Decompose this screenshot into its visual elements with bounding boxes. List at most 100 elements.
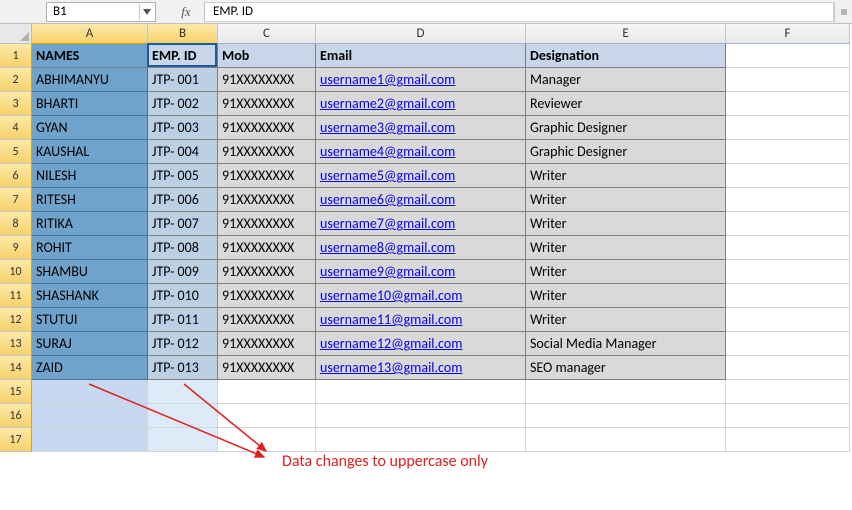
row-header[interactable]: 1 bbox=[0, 44, 32, 68]
cell-email-link[interactable]: username3@gmail.com bbox=[316, 116, 526, 140]
cell[interactable]: 91XXXXXXXX bbox=[218, 236, 316, 260]
cell-email-link[interactable]: username6@gmail.com bbox=[316, 188, 526, 212]
name-box[interactable]: B1 bbox=[46, 2, 156, 22]
cell[interactable]: Writer bbox=[526, 308, 726, 332]
cell[interactable] bbox=[316, 428, 526, 452]
cell-email-link[interactable]: username1@gmail.com bbox=[316, 68, 526, 92]
cell[interactable]: Graphic Designer bbox=[526, 116, 726, 140]
cell[interactable]: EMP. ID bbox=[148, 44, 218, 68]
cell[interactable] bbox=[526, 428, 726, 452]
row-header[interactable]: 2 bbox=[0, 68, 32, 92]
cell[interactable]: GYAN bbox=[32, 116, 148, 140]
cell[interactable]: 91XXXXXXXX bbox=[218, 212, 316, 236]
cell[interactable]: Reviewer bbox=[526, 92, 726, 116]
cell[interactable] bbox=[148, 380, 218, 404]
cell[interactable]: ABHIMANYU bbox=[32, 68, 148, 92]
row-header[interactable]: 10 bbox=[0, 260, 32, 284]
cell[interactable]: SEO manager bbox=[526, 356, 726, 380]
cell[interactable] bbox=[726, 92, 850, 116]
cell[interactable] bbox=[726, 428, 850, 452]
cell[interactable]: Designation bbox=[526, 44, 726, 68]
row-header[interactable]: 11 bbox=[0, 284, 32, 308]
row-header[interactable]: 13 bbox=[0, 332, 32, 356]
cell[interactable] bbox=[526, 404, 726, 428]
cell[interactable] bbox=[726, 308, 850, 332]
fx-button[interactable]: fx bbox=[174, 2, 198, 22]
cell[interactable]: 91XXXXXXXX bbox=[218, 332, 316, 356]
cell[interactable] bbox=[726, 284, 850, 308]
cell[interactable]: 91XXXXXXXX bbox=[218, 260, 316, 284]
cell[interactable]: JTP- 004 bbox=[148, 140, 218, 164]
cell[interactable] bbox=[726, 356, 850, 380]
row-header[interactable]: 14 bbox=[0, 356, 32, 380]
cell[interactable]: JTP- 006 bbox=[148, 188, 218, 212]
column-header-A[interactable]: A bbox=[32, 24, 148, 44]
cell[interactable] bbox=[726, 380, 850, 404]
cell-email-link[interactable]: username12@gmail.com bbox=[316, 332, 526, 356]
cell[interactable] bbox=[726, 260, 850, 284]
cell-email-link[interactable]: username10@gmail.com bbox=[316, 284, 526, 308]
column-header-C[interactable]: C bbox=[218, 24, 316, 44]
cell[interactable] bbox=[726, 68, 850, 92]
cell[interactable]: Manager bbox=[526, 68, 726, 92]
cell[interactable]: RITIKA bbox=[32, 212, 148, 236]
cell[interactable] bbox=[32, 428, 148, 452]
row-header[interactable]: 6 bbox=[0, 164, 32, 188]
cell[interactable] bbox=[32, 380, 148, 404]
cell[interactable]: JTP- 008 bbox=[148, 236, 218, 260]
name-box-dropdown-icon[interactable] bbox=[139, 4, 153, 20]
row-header[interactable]: 4 bbox=[0, 116, 32, 140]
cell-email-link[interactable]: username2@gmail.com bbox=[316, 92, 526, 116]
cell[interactable]: SURAJ bbox=[32, 332, 148, 356]
cell[interactable] bbox=[726, 236, 850, 260]
row-header[interactable]: 8 bbox=[0, 212, 32, 236]
cell[interactable]: 91XXXXXXXX bbox=[218, 92, 316, 116]
cell[interactable]: Mob bbox=[218, 44, 316, 68]
cell[interactable]: SHAMBU bbox=[32, 260, 148, 284]
cell-email-link[interactable]: username13@gmail.com bbox=[316, 356, 526, 380]
row-header[interactable]: 9 bbox=[0, 236, 32, 260]
formula-bar-expand-icon[interactable] bbox=[834, 2, 852, 22]
row-header[interactable]: 5 bbox=[0, 140, 32, 164]
cell-email-link[interactable]: username5@gmail.com bbox=[316, 164, 526, 188]
column-header-B[interactable]: B bbox=[148, 24, 218, 44]
cell[interactable]: Social Media Manager bbox=[526, 332, 726, 356]
cell[interactable]: 91XXXXXXXX bbox=[218, 308, 316, 332]
cell[interactable] bbox=[316, 380, 526, 404]
row-header[interactable]: 3 bbox=[0, 92, 32, 116]
cell[interactable]: STUTUI bbox=[32, 308, 148, 332]
cell[interactable]: Writer bbox=[526, 284, 726, 308]
cell[interactable]: Writer bbox=[526, 164, 726, 188]
row-header[interactable]: 12 bbox=[0, 308, 32, 332]
cell[interactable]: ROHIT bbox=[32, 236, 148, 260]
cell[interactable]: 91XXXXXXXX bbox=[218, 68, 316, 92]
cell[interactable]: 91XXXXXXXX bbox=[218, 284, 316, 308]
cell[interactable]: Writer bbox=[526, 260, 726, 284]
cell[interactable] bbox=[726, 116, 850, 140]
cell[interactable]: JTP- 001 bbox=[148, 68, 218, 92]
cell[interactable]: NILESH bbox=[32, 164, 148, 188]
cell[interactable] bbox=[218, 380, 316, 404]
cell[interactable]: 91XXXXXXXX bbox=[218, 116, 316, 140]
cell[interactable] bbox=[726, 140, 850, 164]
cell[interactable] bbox=[526, 380, 726, 404]
cell[interactable]: 91XXXXXXXX bbox=[218, 356, 316, 380]
column-header-F[interactable]: F bbox=[726, 24, 850, 44]
cell[interactable]: Writer bbox=[526, 188, 726, 212]
formula-input[interactable]: EMP. ID bbox=[204, 2, 834, 22]
cell[interactable]: JTP- 013 bbox=[148, 356, 218, 380]
cell[interactable]: JTP- 005 bbox=[148, 164, 218, 188]
column-header-D[interactable]: D bbox=[316, 24, 526, 44]
cell[interactable]: Writer bbox=[526, 212, 726, 236]
cell[interactable]: KAUSHAL bbox=[32, 140, 148, 164]
cell[interactable]: RITESH bbox=[32, 188, 148, 212]
row-header[interactable]: 15 bbox=[0, 380, 32, 404]
cell[interactable] bbox=[726, 188, 850, 212]
cell-email-link[interactable]: username11@gmail.com bbox=[316, 308, 526, 332]
cell[interactable] bbox=[32, 404, 148, 428]
cell-email-link[interactable]: username8@gmail.com bbox=[316, 236, 526, 260]
cell[interactable] bbox=[218, 404, 316, 428]
cell-email-link[interactable]: username7@gmail.com bbox=[316, 212, 526, 236]
cell[interactable]: SHASHANK bbox=[32, 284, 148, 308]
cell[interactable]: JTP- 010 bbox=[148, 284, 218, 308]
